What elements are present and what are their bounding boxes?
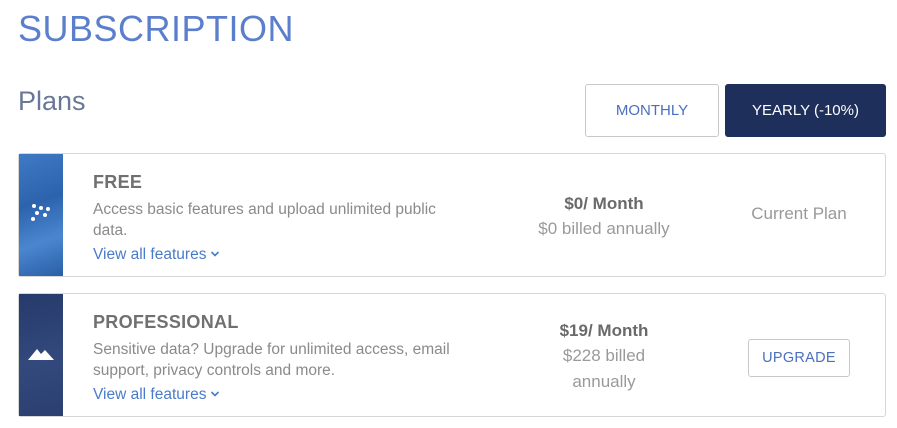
monthly-toggle-button[interactable]: MONTHLY	[585, 84, 719, 137]
upgrade-button[interactable]: UPGRADE	[748, 339, 850, 377]
plan-band-free	[19, 154, 63, 276]
plan-description: Sensitive data? Upgrade for unlimited ac…	[93, 341, 450, 379]
plan-band-professional	[19, 294, 63, 416]
price-billed: $0 billed annually	[538, 219, 670, 238]
plan-card-professional: PROFESSIONAL Sensitive data? Upgrade for…	[18, 293, 886, 417]
chevron-down-icon	[210, 386, 220, 404]
view-features-label: View all features	[93, 386, 207, 403]
page-title: SUBSCRIPTION	[18, 8, 295, 49]
view-features-link[interactable]: View all features	[93, 386, 220, 404]
plan-name: FREE	[93, 172, 143, 192]
view-features-label: View all features	[93, 246, 207, 263]
chevron-down-icon	[210, 246, 220, 264]
price-block: $19/ Month $228 billed annually	[519, 319, 689, 395]
view-features-link[interactable]: View all features	[93, 246, 220, 264]
dots-icon	[28, 202, 54, 229]
current-plan-label: Current Plan	[751, 204, 847, 223]
plan-card-free: FREE Access basic features and upload un…	[18, 153, 886, 277]
price-billed: $228 billed annually	[562, 346, 646, 391]
plan-description: Access basic features and upload unlimit…	[93, 201, 436, 239]
mountain-icon	[27, 343, 55, 368]
price-monthly: $19/ Month	[559, 321, 649, 340]
price-block: $0/ Month $0 billed annually	[519, 192, 689, 242]
section-title: Plans	[18, 86, 86, 116]
plan-name: PROFESSIONAL	[93, 312, 239, 332]
price-monthly: $0/ Month	[564, 194, 644, 213]
yearly-toggle-button[interactable]: YEARLY (-10%)	[725, 84, 886, 137]
